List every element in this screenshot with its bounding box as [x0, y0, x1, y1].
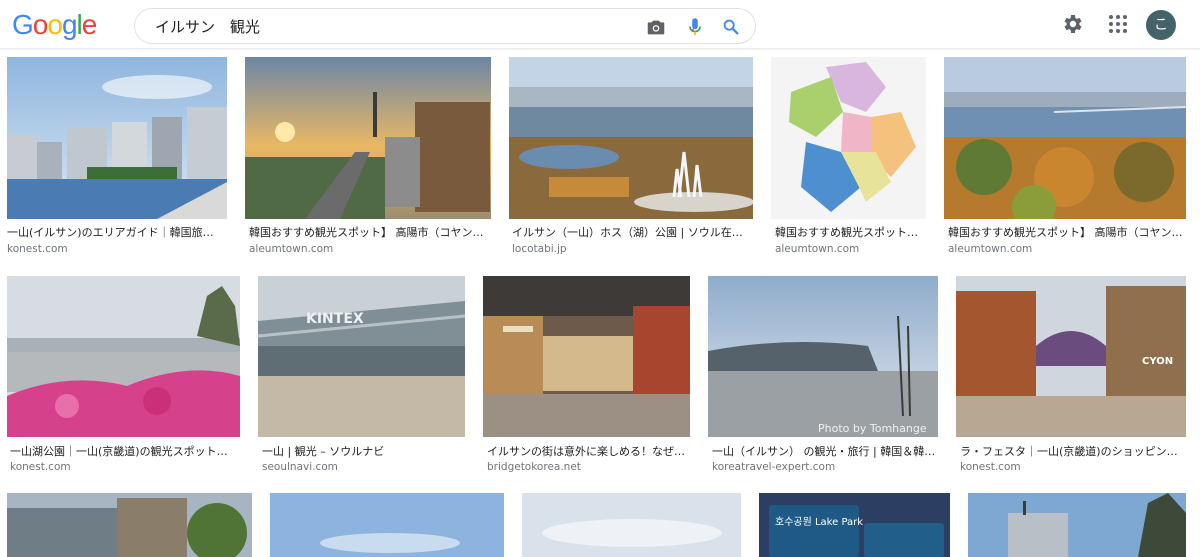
- lake-park-sign: 호수공원 Lake Park: [775, 516, 863, 528]
- result-image: [7, 276, 240, 437]
- result-image: [968, 493, 1186, 557]
- result-domain: locotabi.jp: [512, 243, 567, 255]
- result-image: Photo by Tomhange: [708, 276, 938, 437]
- logo-letter: g: [61, 9, 78, 40]
- result-domain: konest.com: [10, 461, 71, 473]
- image-result[interactable]: KINTEX: [258, 276, 465, 437]
- image-result[interactable]: [509, 57, 753, 219]
- result-domain: aleumtown.com: [249, 243, 334, 255]
- result-caption[interactable]: 一山 | 観光 – ソウルナビ: [262, 445, 462, 459]
- result-caption[interactable]: 韓国おすすめ観光スポット…: [775, 226, 925, 240]
- photo-credit: Photo by Tomhange: [818, 422, 927, 435]
- result-image: [771, 57, 926, 219]
- search-box: [134, 8, 756, 44]
- result-domain: bridgetokorea.net: [487, 461, 581, 473]
- result-image: [7, 57, 227, 219]
- cyon-sign: CYON: [1142, 356, 1173, 367]
- gear-icon[interactable]: [1060, 12, 1084, 36]
- result-image: CYON: [956, 276, 1186, 437]
- image-result[interactable]: [944, 57, 1186, 219]
- kintex-sign: KINTEX: [306, 311, 364, 327]
- microphone-icon[interactable]: [684, 16, 706, 38]
- result-domain: konest.com: [7, 243, 68, 255]
- image-result[interactable]: [7, 57, 227, 219]
- result-domain: seoulnavi.com: [262, 461, 338, 473]
- result-image: [270, 493, 504, 557]
- avatar[interactable]: こ: [1146, 10, 1176, 40]
- image-result[interactable]: [771, 57, 926, 219]
- image-result[interactable]: 호수공원 Lake Park: [759, 493, 950, 557]
- result-image: [483, 276, 690, 437]
- image-result[interactable]: [968, 493, 1186, 557]
- result-domain: koreatravel-expert.com: [712, 461, 836, 473]
- result-caption[interactable]: 一山（イルサン） の観光・旅行 | 韓国＆韓…: [712, 445, 936, 459]
- image-result[interactable]: CYON: [956, 276, 1186, 437]
- google-logo[interactable]: Google: [12, 9, 98, 40]
- result-image: [522, 493, 741, 557]
- image-result[interactable]: [483, 276, 690, 437]
- result-caption[interactable]: 一山湖公園｜一山(京畿道)の観光スポット｜…: [10, 445, 238, 459]
- result-caption[interactable]: 韓国おすすめ観光スポット】 高陽市（コヤン…: [948, 226, 1188, 240]
- result-image: [7, 493, 252, 557]
- image-result[interactable]: [522, 493, 741, 557]
- result-image: [245, 57, 491, 219]
- result-caption[interactable]: 韓国おすすめ観光スポット】 高陽市（コヤン…: [249, 226, 489, 240]
- logo-letter: o: [47, 9, 63, 40]
- logo-letter: o: [32, 9, 49, 40]
- image-result[interactable]: [245, 57, 491, 219]
- result-image: 호수공원 Lake Park: [759, 493, 950, 557]
- result-domain: aleumtown.com: [948, 243, 1033, 255]
- search-input[interactable]: [153, 14, 637, 38]
- result-caption[interactable]: 一山(イルサン)のエリアガイド｜韓国旅…: [7, 226, 227, 240]
- search-icon[interactable]: [720, 16, 742, 38]
- header-bar: Google こ: [0, 0, 1200, 48]
- result-caption[interactable]: イルサン（一山）ホス（湖）公園 | ソウル在住…: [512, 226, 752, 240]
- camera-icon[interactable]: [645, 16, 667, 38]
- logo-letter: G: [12, 9, 34, 40]
- result-domain: konest.com: [960, 461, 1021, 473]
- image-result[interactable]: [7, 276, 240, 437]
- result-image: [944, 57, 1186, 219]
- result-caption[interactable]: ラ・フェスタ｜一山(京畿道)のショッピン…: [960, 445, 1184, 459]
- logo-letter: e: [81, 9, 98, 40]
- result-caption[interactable]: イルサンの街は意外に楽しめる！なぜ…: [487, 445, 687, 459]
- image-result[interactable]: [270, 493, 504, 557]
- result-image: KINTEX: [258, 276, 465, 437]
- apps-grid-icon[interactable]: [1106, 12, 1130, 36]
- image-result[interactable]: Photo by Tomhange: [708, 276, 938, 437]
- result-image: [509, 57, 753, 219]
- image-result[interactable]: [7, 493, 252, 557]
- result-domain: aleumtown.com: [775, 243, 860, 255]
